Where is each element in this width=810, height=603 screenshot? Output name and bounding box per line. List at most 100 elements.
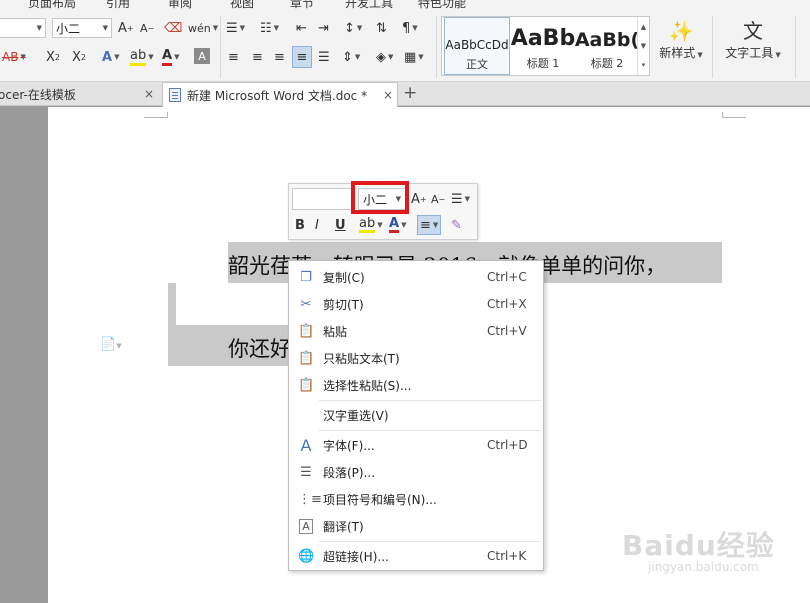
ribbon-separator xyxy=(436,16,437,78)
selection-highlight xyxy=(168,283,176,325)
menu-item-cut[interactable]: ✂ 剪切(T) Ctrl+X xyxy=(289,291,543,317)
hyperlink-icon: 🌐 xyxy=(298,548,315,564)
more-icon[interactable]: ▾ xyxy=(642,61,646,69)
align-left-button[interactable]: ≡ xyxy=(228,46,239,68)
menu-view[interactable]: 视图 xyxy=(230,0,254,11)
superscript-button[interactable]: X2 xyxy=(46,46,60,68)
indent-button[interactable]: ⇤ xyxy=(296,17,307,39)
menu-references[interactable]: 引用 xyxy=(106,0,130,11)
menu-item-label: 粘贴 xyxy=(323,324,348,339)
distribute-button[interactable]: ☰ xyxy=(318,46,330,68)
chevron-down-icon[interactable]: ▼ xyxy=(641,42,646,50)
menu-item-label: 汉字重选(V) xyxy=(323,408,389,423)
bullets-icon: ⋮≡ xyxy=(298,491,322,507)
style-label: 标题 2 xyxy=(590,57,624,70)
menu-item-copy[interactable]: ❐ 复制(C) Ctrl+C xyxy=(289,264,543,290)
font-color-button[interactable]: A ▼ xyxy=(162,46,179,68)
mini-font-color-button[interactable]: A ▼ xyxy=(389,215,406,235)
corner-mark xyxy=(722,112,746,118)
menu-features[interactable]: 特色功能 xyxy=(418,0,466,11)
menu-item-paste[interactable]: 📋 粘贴 Ctrl+V xyxy=(289,318,543,344)
shrink-font-label: A xyxy=(431,192,439,206)
font-size-value: 小二 xyxy=(56,21,81,36)
numbering-button[interactable]: ☷ ▼ xyxy=(260,17,279,39)
tab-title: 新建 Microsoft Word 文档.doc * xyxy=(187,88,368,103)
mini-shrink-font-button[interactable]: A − xyxy=(431,189,445,209)
menu-item-shortcut: Ctrl+X xyxy=(487,297,527,311)
menu-section[interactable]: 章节 xyxy=(290,0,314,11)
style-normal[interactable]: AaBbCcDd 正文 xyxy=(444,17,510,75)
shading-button[interactable]: ◈ ▼ xyxy=(376,46,393,68)
close-icon[interactable]: × xyxy=(383,88,393,102)
mini-underline-button[interactable]: U xyxy=(335,215,346,235)
menu-item-hyperlink[interactable]: 🌐 超链接(H)... Ctrl+K xyxy=(289,543,543,569)
paragraph-handle-icon[interactable]: 📄▼ xyxy=(100,337,122,352)
align-right-button[interactable]: ≡ xyxy=(274,46,285,68)
menu-divider xyxy=(319,430,541,431)
tab-online-template[interactable]: ocer-在线模板 × xyxy=(0,82,158,106)
menu-item-label: 翻译(T) xyxy=(323,519,364,534)
chevron-down-icon: ▼ xyxy=(36,24,42,32)
style-sample: AaBbCcDd xyxy=(445,38,509,52)
para-spacing-button[interactable]: ⇕ ▼ xyxy=(342,46,360,68)
style-heading1[interactable]: AaBb 标题 1 xyxy=(510,17,576,75)
context-menu: ❐ 复制(C) Ctrl+C ✂ 剪切(T) Ctrl+X 📋 粘贴 Ctrl+… xyxy=(288,260,544,571)
add-tab-icon[interactable]: + xyxy=(403,83,417,103)
menu-item-paste-special[interactable]: 📋 选择性粘贴(S)... xyxy=(289,372,543,398)
styles-scroll[interactable]: ▲ ▼ ▾ xyxy=(637,17,649,75)
mini-grow-font-button[interactable]: A + xyxy=(411,189,427,209)
phonetic-guide-button[interactable]: wén ▼ xyxy=(188,17,218,39)
mini-line-spacing-button[interactable]: ☰ ▼ xyxy=(451,189,470,209)
clear-format-icon[interactable]: ⌫ xyxy=(164,17,182,39)
char-shading-button[interactable]: A xyxy=(194,48,210,64)
document-icon xyxy=(169,88,181,102)
menu-item-paragraph[interactable]: ☰ 段落(P)... xyxy=(289,459,543,485)
font-size-combo[interactable]: 小二 ▼ xyxy=(52,18,112,38)
new-style-button[interactable]: ✨ 新样式 ▼ xyxy=(656,18,706,61)
align-center-button[interactable]: ≡ xyxy=(252,46,263,68)
mini-highlight-button[interactable]: ab ▼ xyxy=(359,215,383,235)
menu-developer[interactable]: 开发工具 xyxy=(345,0,393,11)
text-tools-button[interactable]: 文 文字工具 ▼ xyxy=(718,18,788,61)
paragraph-icon: ☰ xyxy=(300,464,312,480)
subscript-button[interactable]: X2 xyxy=(72,46,86,68)
menu-item-paste-text[interactable]: 📋 只粘贴文本(T) xyxy=(289,345,543,371)
tab-bar: ocer-在线模板 × 新建 Microsoft Word 文档.doc * ×… xyxy=(0,82,810,107)
font-name-combo[interactable]: ▼ xyxy=(0,18,46,38)
paste-text-icon: 📋 xyxy=(298,350,315,366)
tab-title: ocer-在线模板 xyxy=(0,87,76,102)
menu-item-label: 项目符号和编号(N)... xyxy=(323,492,437,507)
mini-align-button[interactable]: ≡ ▼ xyxy=(417,215,442,235)
grow-font-button[interactable]: A + xyxy=(118,17,134,39)
show-marks-button[interactable]: ¶ ▼ xyxy=(402,17,418,39)
mini-font-name-combo[interactable] xyxy=(292,188,354,210)
menu-review[interactable]: 审阅 xyxy=(168,0,192,11)
font-icon: A xyxy=(300,435,312,455)
justify-button[interactable]: ≡ xyxy=(292,46,312,68)
close-icon[interactable]: × xyxy=(144,87,154,101)
menu-item-label: 复制(C) xyxy=(323,270,365,285)
menu-item-font[interactable]: A 字体(F)... Ctrl+D xyxy=(289,432,543,458)
format-painter-icon[interactable]: ✎ xyxy=(451,215,462,235)
mini-bold-button[interactable]: B xyxy=(295,215,305,235)
outdent-button[interactable]: ⇥ xyxy=(318,17,329,39)
text-tools-icon: 文 xyxy=(743,19,763,43)
shrink-font-button[interactable]: A − xyxy=(140,17,154,39)
mini-italic-button[interactable]: I xyxy=(315,215,319,235)
sort-button[interactable]: ⇅ xyxy=(376,17,387,39)
tab-document[interactable]: 新建 Microsoft Word 文档.doc * × xyxy=(162,82,398,107)
highlight-button[interactable]: ab ▼ xyxy=(130,46,154,68)
bullets-button[interactable]: ☰ ▼ xyxy=(226,17,245,39)
border-button[interactable]: ▦ ▼ xyxy=(404,46,424,68)
document-text-line[interactable]: 你还好 xyxy=(228,333,291,363)
chevron-up-icon[interactable]: ▲ xyxy=(641,23,646,31)
text-effect-button[interactable]: A ▼ xyxy=(102,46,119,68)
line-spacing-button[interactable]: ↕ ▼ xyxy=(344,17,362,39)
menu-item-reselect-hanzi[interactable]: 汉字重选(V) xyxy=(289,402,543,428)
menu-item-label: 只粘贴文本(T) xyxy=(323,351,400,366)
menu-item-translate[interactable]: A 翻译(T) xyxy=(289,513,543,539)
menu-item-bullets[interactable]: ⋮≡ 项目符号和编号(N)... xyxy=(289,486,543,512)
menu-page-layout[interactable]: 页面布局 xyxy=(28,0,76,11)
strikethrough-button[interactable]: AB ▼ xyxy=(2,46,26,68)
style-heading2[interactable]: AaBb( 标题 2 xyxy=(574,17,640,75)
